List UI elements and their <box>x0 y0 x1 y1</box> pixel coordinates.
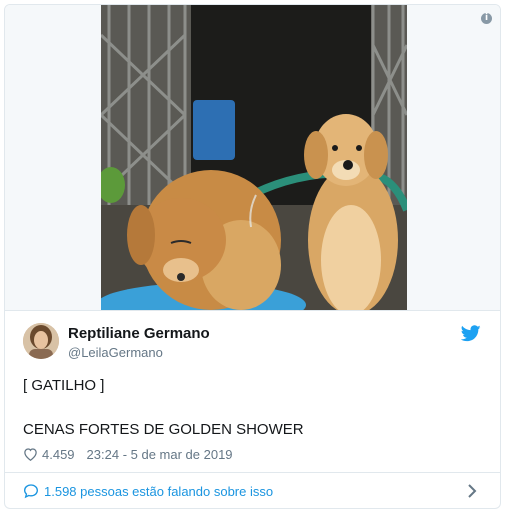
media-divider <box>5 310 500 311</box>
tweet-media[interactable]: i <box>5 5 500 310</box>
tweet-text-line-1: [ GATILHO ] <box>23 377 105 394</box>
info-icon[interactable]: i <box>481 13 492 24</box>
avatar-image <box>23 323 59 359</box>
author-name[interactable]: Reptiliane Germano <box>68 325 210 342</box>
twitter-bird-icon[interactable] <box>461 325 481 342</box>
author-avatar[interactable] <box>23 323 59 359</box>
media-photo[interactable] <box>101 5 407 310</box>
conversation-link[interactable]: 1.598 pessoas estão falando sobre isso <box>5 473 500 508</box>
tweet-timestamp[interactable]: 23:24 - 5 de mar de 2019 <box>87 447 233 462</box>
like-count[interactable]: 4.459 <box>42 447 75 462</box>
conversation-text[interactable]: 1.598 pessoas estão falando sobre isso <box>44 484 273 499</box>
dogs-photo <box>101 5 407 310</box>
author-handle[interactable]: @LeilaGermano <box>68 345 163 360</box>
speech-bubble-icon <box>23 484 39 499</box>
tweet-card[interactable]: i Reptiliane Germano @LeilaGermano [ GAT… <box>4 4 501 509</box>
tweet-meta: 4.459 23:24 - 5 de mar de 2019 <box>23 445 233 463</box>
heart-icon[interactable] <box>23 447 38 461</box>
tweet-text-line-2: CENAS FORTES DE GOLDEN SHOWER <box>23 421 304 438</box>
chevron-right-icon[interactable] <box>467 484 477 498</box>
